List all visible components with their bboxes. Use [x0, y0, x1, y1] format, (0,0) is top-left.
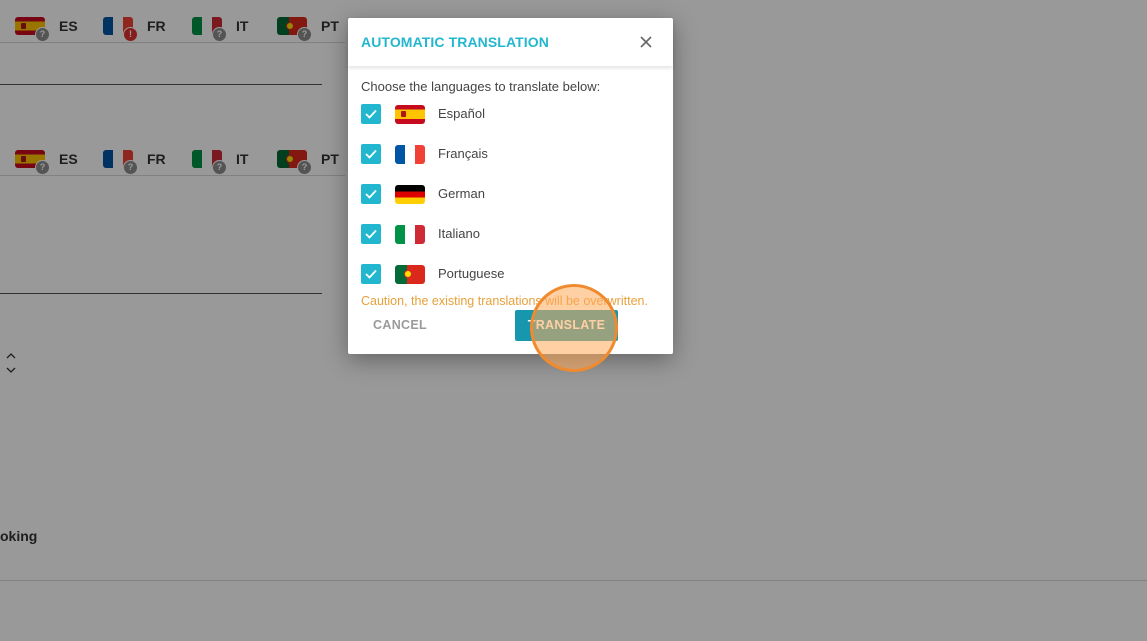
checkbox-es[interactable] [361, 104, 381, 124]
language-option-es[interactable]: Español [361, 104, 651, 126]
germany-flag-icon [395, 185, 425, 204]
language-label: Français [438, 146, 488, 161]
check-icon [365, 269, 377, 279]
close-icon[interactable] [635, 31, 657, 53]
caution-message: Caution, the existing translations will … [361, 294, 648, 308]
language-option-de[interactable]: German [361, 184, 651, 206]
check-icon [365, 189, 377, 199]
dialog-title: AUTOMATIC TRANSLATION [361, 34, 549, 50]
checkbox-de[interactable] [361, 184, 381, 204]
translate-button[interactable]: TRANSLATE [515, 310, 618, 341]
check-icon [365, 109, 377, 119]
check-icon [365, 149, 377, 159]
checkbox-it[interactable] [361, 224, 381, 244]
cancel-button[interactable]: CANCEL [364, 310, 436, 340]
language-label: Italiano [438, 226, 480, 241]
spain-flag-icon [395, 105, 425, 124]
france-flag-icon [395, 145, 425, 164]
check-icon [365, 229, 377, 239]
italy-flag-icon [395, 225, 425, 244]
language-label: Portuguese [438, 266, 505, 281]
checkbox-fr[interactable] [361, 144, 381, 164]
language-option-it[interactable]: Italiano [361, 224, 651, 246]
language-label: German [438, 186, 485, 201]
checkbox-pt[interactable] [361, 264, 381, 284]
language-option-fr[interactable]: Français [361, 144, 651, 166]
language-option-pt[interactable]: Portuguese [361, 264, 651, 286]
dialog-header: AUTOMATIC TRANSLATION [348, 18, 673, 66]
automatic-translation-dialog: AUTOMATIC TRANSLATION Choose the languag… [348, 18, 673, 354]
portugal-flag-icon [395, 265, 425, 284]
instruction-text: Choose the languages to translate below: [361, 79, 601, 94]
language-label: Español [438, 106, 485, 121]
